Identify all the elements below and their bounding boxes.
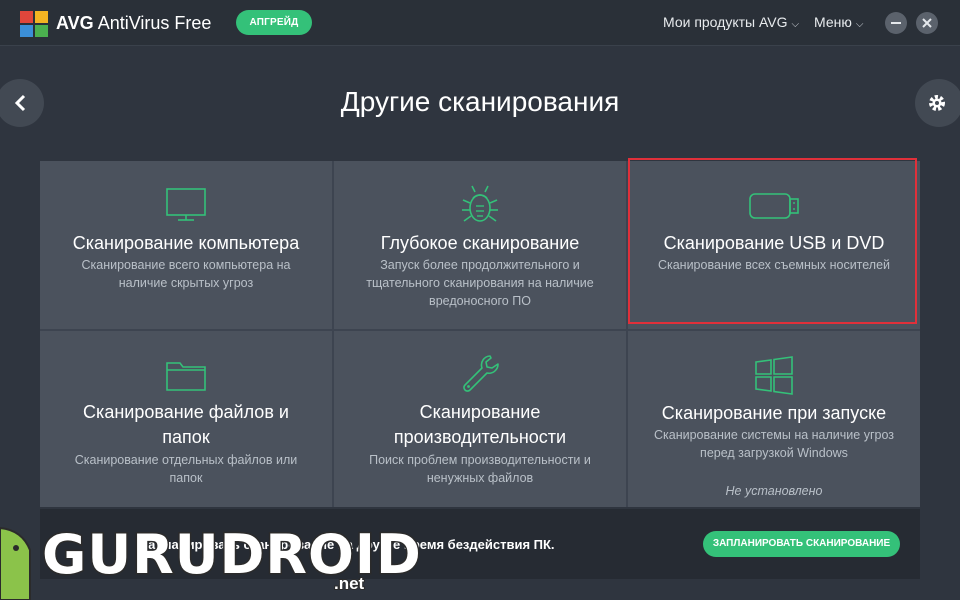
description-line: Поиск проблем производительности и [369, 453, 591, 467]
title-line: производительности [393, 427, 567, 447]
tile-description: Сканирование всего компьютера на наличие… [60, 256, 312, 292]
upgrade-button[interactable]: АПГРЕЙД [236, 10, 312, 35]
avg-logo-icon [20, 11, 48, 37]
app-brand: AVG AntiVirus Free [56, 13, 211, 34]
chevron-down-icon: ⌵ [791, 19, 800, 30]
close-icon [922, 18, 932, 28]
watermark-text: GURUDROID [41, 522, 423, 588]
windows-logo-icon [755, 356, 793, 395]
tile-description: Поиск проблем производительности и ненуж… [354, 451, 606, 487]
tile-description: Сканирование системы на наличие угроз пе… [648, 426, 900, 462]
main-menu[interactable]: Меню ⌵ [814, 14, 863, 30]
tile-boot-time-scan[interactable]: Сканирование при запуске Сканирование си… [628, 331, 920, 507]
tile-title: Глубокое сканирование [380, 233, 580, 253]
bug-icon [462, 185, 498, 222]
my-products-label: Мои продукты AVG [663, 14, 788, 30]
my-products-menu[interactable]: Мои продукты AVG ⌵ [663, 14, 799, 30]
tile-description: Сканирование отдельных файлов или папок [60, 451, 312, 487]
minimize-icon [891, 22, 901, 24]
description-line: ненужных файлов [426, 471, 534, 485]
description-line: Сканирование всего компьютера на [81, 258, 291, 272]
description-line: Сканирование отдельных файлов или [74, 453, 298, 467]
tile-title: Сканирование компьютера [72, 233, 300, 253]
close-button[interactable] [916, 12, 938, 34]
description-line: вредоносного ПО [429, 294, 531, 308]
minimize-button[interactable] [885, 12, 907, 34]
selection-highlight [628, 158, 917, 324]
description-line: папок [169, 471, 203, 485]
brand-name: AntiVirus Free [97, 13, 212, 33]
description-line: наличие скрытых угроз [118, 276, 254, 290]
title-line: Сканирование файлов и [83, 402, 289, 422]
tile-title: Сканирование файлов и папок [50, 400, 322, 450]
watermark-suffix: .net [333, 573, 365, 594]
tile-computer-scan[interactable]: Сканирование компьютера Сканирование все… [40, 161, 332, 329]
menu-label: Меню [814, 14, 852, 30]
tile-deep-scan[interactable]: Глубокое сканирование Запуск более продо… [334, 161, 626, 329]
tile-title: Сканирование производительности [344, 400, 616, 450]
tile-files-folders-scan[interactable]: Сканирование файлов и папок Сканирование… [40, 331, 332, 507]
page-title: Другие сканирования [340, 86, 620, 117]
schedule-scan-button[interactable]: ЗАПЛАНИРОВАТЬ СКАНИРОВАНИЕ [703, 531, 900, 557]
description-line: Запуск более продолжительного и [380, 258, 580, 272]
description-line: тщательного сканирования на наличие [366, 276, 594, 290]
tile-title: Сканирование при запуске [661, 403, 887, 423]
title-line: папок [162, 427, 210, 447]
chevron-down-icon: ⌵ [855, 19, 864, 30]
folder-icon [166, 362, 206, 391]
monitor-icon [166, 188, 206, 221]
wrench-icon [463, 355, 499, 392]
tile-description: Запуск более продолжительного и тщательн… [354, 256, 606, 310]
not-installed-note: Не установлено [725, 484, 823, 498]
brand-bold: AVG [56, 13, 94, 33]
description-line: Сканирование системы на наличие угроз [653, 428, 895, 442]
title-line: Сканирование [419, 402, 541, 422]
tile-performance-scan[interactable]: Сканирование производительности Поиск пр… [334, 331, 626, 507]
description-line: перед загрузкой Windows [700, 446, 848, 460]
title-bar: AVG AntiVirus Free АПГРЕЙД Мои продукты … [0, 0, 960, 46]
